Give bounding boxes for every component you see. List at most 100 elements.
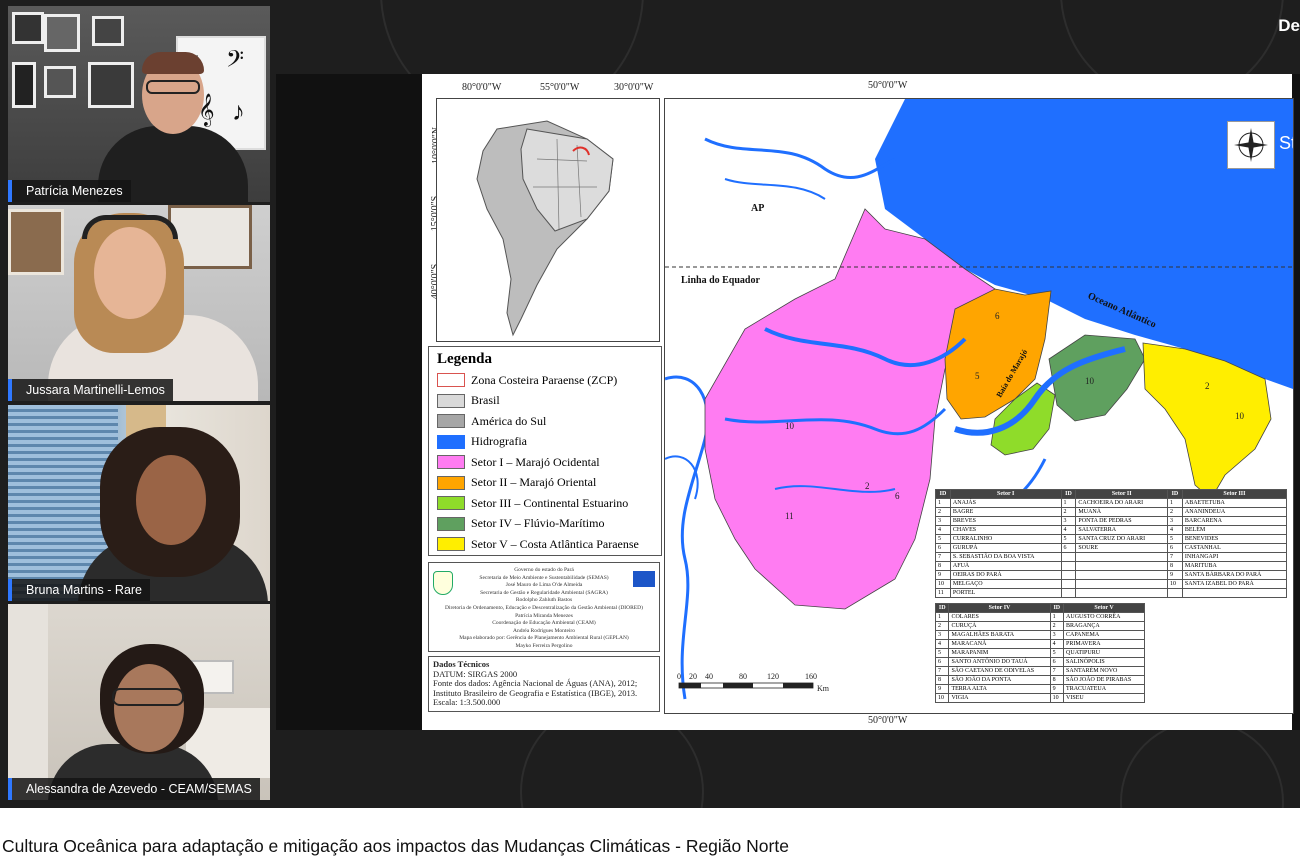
table-cell: 9 xyxy=(935,570,951,580)
table-cell: SOURE xyxy=(1075,543,1168,553)
wall-frame xyxy=(8,209,64,275)
legend-title: Legenda xyxy=(437,351,493,367)
legend-label: Setor II – Marajó Oriental xyxy=(471,475,597,490)
svg-text:6: 6 xyxy=(895,491,900,501)
table-cell xyxy=(1075,570,1168,580)
table-cell: 9 xyxy=(1166,570,1183,580)
table-header-cell: Setor III xyxy=(1181,489,1288,499)
table-cell: PORTEL xyxy=(949,588,1062,598)
background-decoration xyxy=(1120,720,1284,808)
table-row: 6 GURUPÁ 6 SOURE 6 CASTANHAL xyxy=(935,543,1288,553)
participant-tile[interactable]: Alessandra de Azevedo - CEAM/SEMAS xyxy=(8,604,270,800)
legend-swatch xyxy=(437,373,465,388)
sector-table-top: ID Setor I ID Setor II ID Setor III 1 ANAJÁS 1 CA… xyxy=(935,489,1288,598)
participant-name: Jussara Martinelli-Lemos xyxy=(8,379,173,401)
table-cell: 6 xyxy=(1049,657,1065,667)
table-row: 10 VIGIA 10 VISEU xyxy=(934,693,1145,703)
table-cell: 2 xyxy=(934,621,950,631)
participant-tile[interactable]: Bruna Martins - Rare xyxy=(8,405,270,601)
credit-line: Coordenação de Educação Ambiental (CEAM) xyxy=(492,620,596,627)
credit-line: Rodolpho Zahluth Bastos xyxy=(515,597,573,604)
table-cell: INHANGAPI xyxy=(1181,552,1288,562)
table-cell: BELÉM xyxy=(1181,525,1288,535)
table-cell xyxy=(1060,561,1077,571)
table-cell: CURRALINHO xyxy=(949,534,1062,544)
table-cell: 10 xyxy=(1049,693,1065,703)
table-cell: 8 xyxy=(1166,561,1183,571)
participant-tile[interactable]: ♪ 𝄢 𝄞 ♪ Patrícia Menezes xyxy=(8,6,270,202)
table-cell: SÃO JOÃO DE PIRABAS xyxy=(1063,675,1145,685)
legend-swatch xyxy=(437,393,465,408)
credit-line: José Mauro de Lima O'de Almeida xyxy=(505,582,583,589)
participant-tile[interactable]: Jussara Martinelli-Lemos xyxy=(8,205,270,401)
legend-item: Setor III – Continental Estuarino xyxy=(429,493,661,514)
table-cell xyxy=(1060,579,1077,589)
table-header-cell: Setor V xyxy=(1063,603,1145,613)
table-cell: 3 xyxy=(1060,516,1077,526)
table-cell xyxy=(1075,561,1168,571)
svg-text:80: 80 xyxy=(739,672,747,681)
table-row: 2 BAGRE 2 MUANÁ 2 ANANINDEUA xyxy=(935,507,1288,517)
table-cell: 3 xyxy=(1166,516,1183,526)
table-row: 7 SÃO CAETANO DE ODIVELAS 7 SANTARÉM NOVO xyxy=(934,666,1145,676)
south-america-inset xyxy=(436,98,660,342)
legend-swatch xyxy=(437,414,465,429)
table-cell: 4 xyxy=(1166,525,1183,535)
svg-text:5: 5 xyxy=(975,371,980,381)
sector-table-bottom: ID Setor IV ID Setor V 1 COLARES 1 AUGUSTO CORR… xyxy=(934,603,1145,703)
table-cell: 7 xyxy=(1166,552,1183,562)
legend-item: Setor V – Costa Atlântica Paraense xyxy=(429,534,661,555)
wall-frame xyxy=(88,62,134,108)
table-cell: VISEU xyxy=(1063,693,1145,703)
table-header-cell: ID xyxy=(1166,489,1183,499)
table-cell xyxy=(1060,570,1077,580)
table-row: 2 CURUÇÁ 2 BRAGANÇA xyxy=(934,621,1145,631)
table-header-cell: ID xyxy=(1049,603,1065,613)
table-header-row: ID Setor IV ID Setor V xyxy=(934,603,1145,613)
table-cell: SANTA BÁRBARA DO PARÁ xyxy=(1181,570,1288,580)
table-cell: 1 xyxy=(1166,498,1183,508)
table-row: 3 MAGALHÃES BARATA 3 CAPANEMA xyxy=(934,630,1145,640)
table-cell: 1 xyxy=(1049,612,1065,622)
table-cell: 4 xyxy=(934,639,950,649)
table-cell: 7 xyxy=(935,552,951,562)
credit-line: Governo do estado do Pará xyxy=(514,567,574,573)
legend-item: Zona Costeira Paraense (ZCP) xyxy=(429,370,661,391)
person-face xyxy=(136,455,206,545)
svg-text:10: 10 xyxy=(1085,376,1095,386)
table-header-cell: Setor I xyxy=(949,489,1062,499)
top-right-text: De xyxy=(1278,16,1300,35)
table-cell xyxy=(1166,588,1183,598)
table-cell: 8 xyxy=(935,561,951,571)
coord-label: 55°0'0"W xyxy=(540,82,580,93)
legend-swatch xyxy=(437,434,465,449)
credit-line: Secretaria de Meio Ambiente e Sustentabi… xyxy=(479,574,609,581)
table-row: 4 MARACANÃ 4 PRIMAVERA xyxy=(934,639,1145,649)
coord-label: 50°0'0"W xyxy=(868,80,908,91)
table-cell: 1 xyxy=(934,612,950,622)
table-cell: AUGUSTO CORRÊA xyxy=(1063,612,1145,622)
map-legend: Legenda Zona Costeira Paraense (ZCP) Bra… xyxy=(428,346,662,556)
table-cell: 5 xyxy=(1166,534,1183,544)
table-header-cell: ID xyxy=(1060,489,1077,499)
legend-swatch xyxy=(437,496,465,511)
technical-line: Escala: 1:3.500.000 xyxy=(433,697,501,707)
table-cell: BENEVIDES xyxy=(1181,534,1288,544)
para-flag-icon xyxy=(633,571,655,587)
svg-text:10: 10 xyxy=(1235,411,1245,421)
table-cell: 8 xyxy=(1049,675,1065,685)
table-cell: 4 xyxy=(1060,525,1077,535)
table-cell: MARAPANIM xyxy=(948,648,1051,658)
credit-line: Diretoria de Ordenamento, Educação e Des… xyxy=(445,604,643,611)
shared-map: 80°0'0"W 55°0'0"W 30°0'0"W 50°0'0"W 10°0… xyxy=(422,74,1294,730)
glasses-icon xyxy=(146,80,200,94)
credit-line: Mapa elaborado por: Gerência de Planejam… xyxy=(459,635,629,642)
table-cell: 2 xyxy=(935,507,951,517)
table-cell: MARITUBA xyxy=(1181,561,1288,571)
legend-item: Brasil xyxy=(429,391,661,412)
technical-data: Dados Técnicos DATUM: SIRGAS 2000 Fonte … xyxy=(428,656,660,712)
legend-label: Brasil xyxy=(471,393,500,408)
table-cell: 7 xyxy=(934,666,950,676)
legend-item: Setor I – Marajó Ocidental xyxy=(429,452,661,473)
compass-rose-icon xyxy=(1227,121,1275,169)
